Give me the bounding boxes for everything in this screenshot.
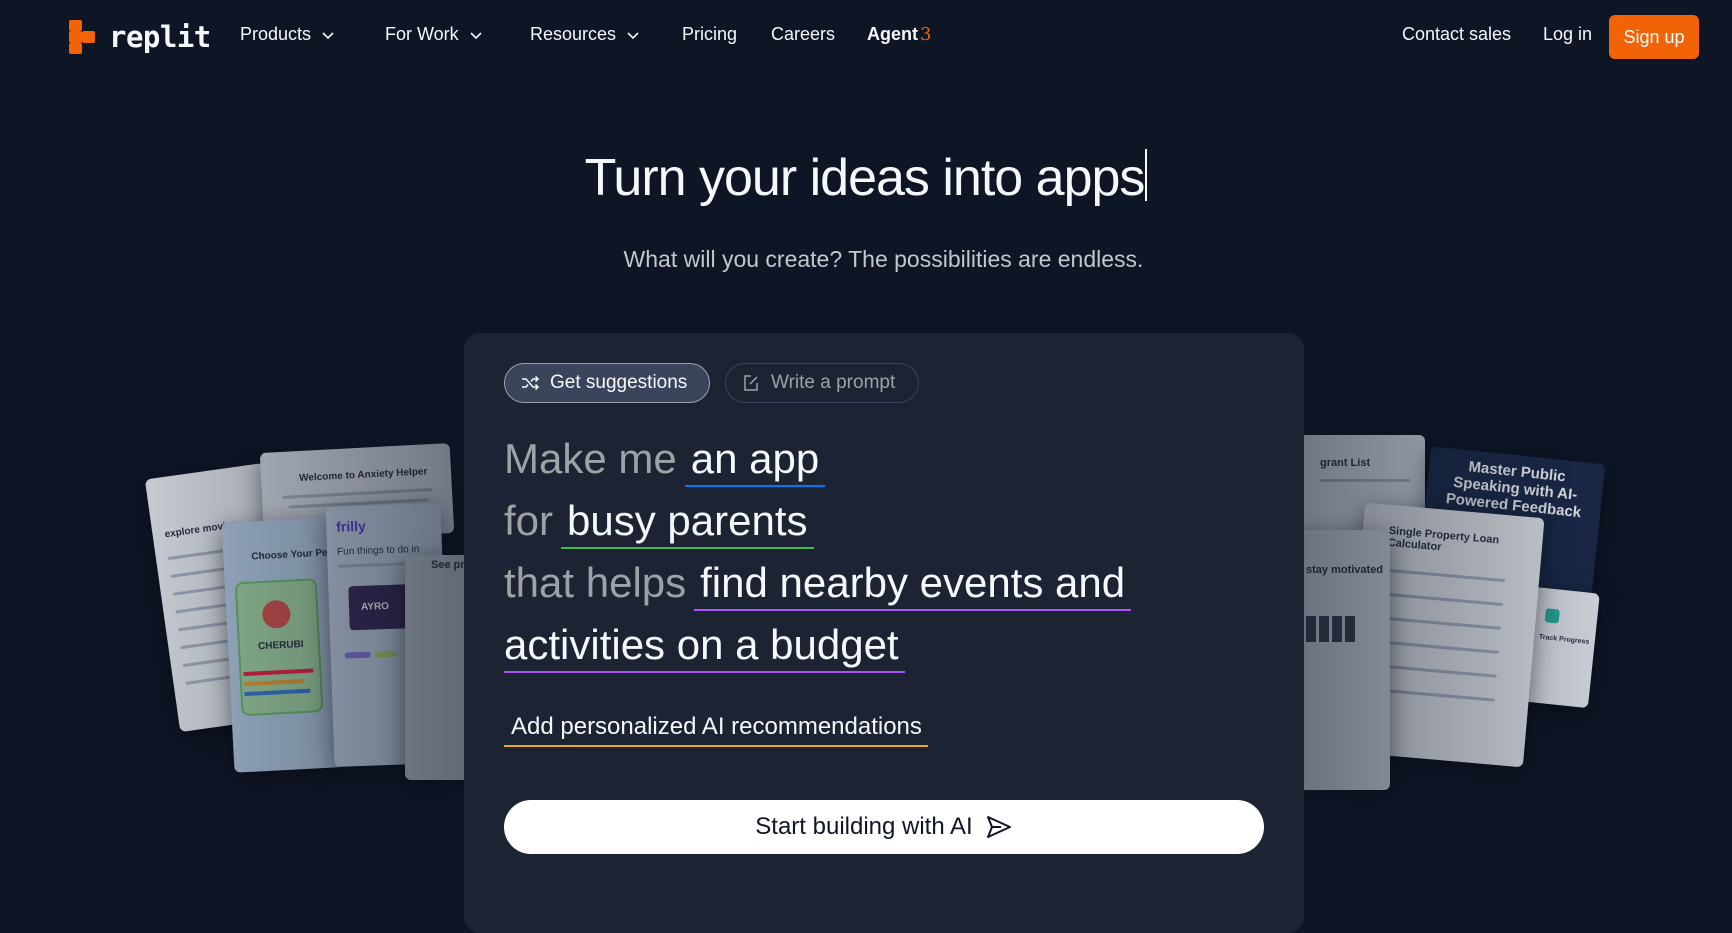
card-title: frilly: [335, 517, 367, 535]
goal-selector[interactable]: find nearby events and: [694, 557, 1132, 611]
sign-up-button[interactable]: Sign up: [1609, 15, 1699, 59]
replit-logo[interactable]: replit: [69, 20, 211, 54]
hero-subtitle: What will you create? The possibilities …: [623, 246, 1144, 272]
prompt-line-2: for busy parents: [504, 495, 814, 549]
nav-resources-label: Resources: [530, 24, 617, 44]
nav-products[interactable]: Products: [240, 24, 335, 45]
prompt-line-4: activities on a budget: [504, 619, 905, 673]
prompt-lead-text: Make me: [504, 435, 677, 482]
text-cursor: [1145, 149, 1148, 201]
send-icon: [986, 816, 1011, 838]
nav-resources[interactable]: Resources: [530, 24, 640, 45]
prompt-helps-text: that helps: [504, 559, 687, 606]
card-title: Choose Your Pet: [251, 547, 332, 563]
nav-products-label: Products: [240, 24, 312, 44]
card-title: See pr: [431, 559, 465, 571]
prompt-line-1: Make me an app: [504, 433, 826, 487]
card-title: Track Progress: [1538, 633, 1590, 646]
top-navigation: replit Products For Work Resources Prici…: [0, 0, 1732, 72]
card-title: grant List: [1320, 457, 1371, 469]
start-building-button[interactable]: Start building with AI: [504, 800, 1264, 854]
get-suggestions-tab[interactable]: Get suggestions: [504, 363, 710, 403]
contact-sales-link[interactable]: Contact sales: [1402, 24, 1511, 45]
hero-title: Turn your ideas into apps: [0, 148, 1732, 208]
replit-logo-icon: [69, 20, 99, 54]
chevron-down-icon: [470, 31, 482, 39]
nav-agent[interactable]: Agent 3: [867, 24, 931, 45]
sign-up-label: Sign up: [1623, 26, 1685, 47]
nav-agent-label: Agent: [867, 24, 918, 44]
preview-card-stay-motivated: stay motivated: [1290, 530, 1390, 790]
app-type-selector[interactable]: an app: [684, 433, 826, 487]
card-title: Welcome to Anxiety Helper: [298, 466, 428, 484]
start-building-label: Start building with AI: [755, 813, 973, 840]
hero-title-text: Turn your ideas into apps: [584, 149, 1146, 207]
nav-careers[interactable]: Careers: [771, 24, 835, 45]
get-suggestions-label: Get suggestions: [550, 372, 688, 393]
preview-card-pet: Choose Your Pet CHERUBI: [221, 517, 345, 773]
edit-icon: [744, 375, 758, 391]
write-prompt-tab[interactable]: Write a prompt: [725, 363, 919, 403]
goal-selector-continued[interactable]: activities on a budget: [504, 619, 905, 673]
nav-for-work[interactable]: For Work: [385, 24, 483, 45]
log-in-label: Log in: [1543, 24, 1593, 44]
chevron-down-icon: [322, 31, 334, 39]
chevron-down-icon: [627, 31, 639, 39]
prompt-builder-panel: Get suggestions Write a prompt Make me an…: [464, 333, 1304, 933]
write-prompt-label: Write a prompt: [771, 372, 896, 393]
add-feature-suggestion[interactable]: Add personalized AI recommendations: [504, 713, 928, 747]
audience-selector[interactable]: busy parents: [561, 495, 814, 549]
card-subtitle: AYRO: [360, 600, 390, 613]
log-in-link[interactable]: Log in: [1543, 24, 1592, 45]
prompt-for-text: for: [504, 497, 554, 544]
nav-careers-label: Careers: [771, 24, 836, 44]
nav-for-work-label: For Work: [385, 24, 459, 44]
card-title: stay motivated: [1306, 564, 1384, 576]
contact-sales-label: Contact sales: [1402, 24, 1512, 44]
nav-pricing[interactable]: Pricing: [682, 24, 737, 45]
prompt-line-3: that helps find nearby events and: [504, 557, 1132, 611]
logo-wordmark: replit: [109, 20, 211, 54]
nav-pricing-label: Pricing: [682, 24, 738, 44]
shuffle-icon: [522, 375, 540, 391]
agent-version-badge: 3: [920, 24, 932, 45]
card-title: Single Property Loan Calculator: [1387, 524, 1500, 554]
